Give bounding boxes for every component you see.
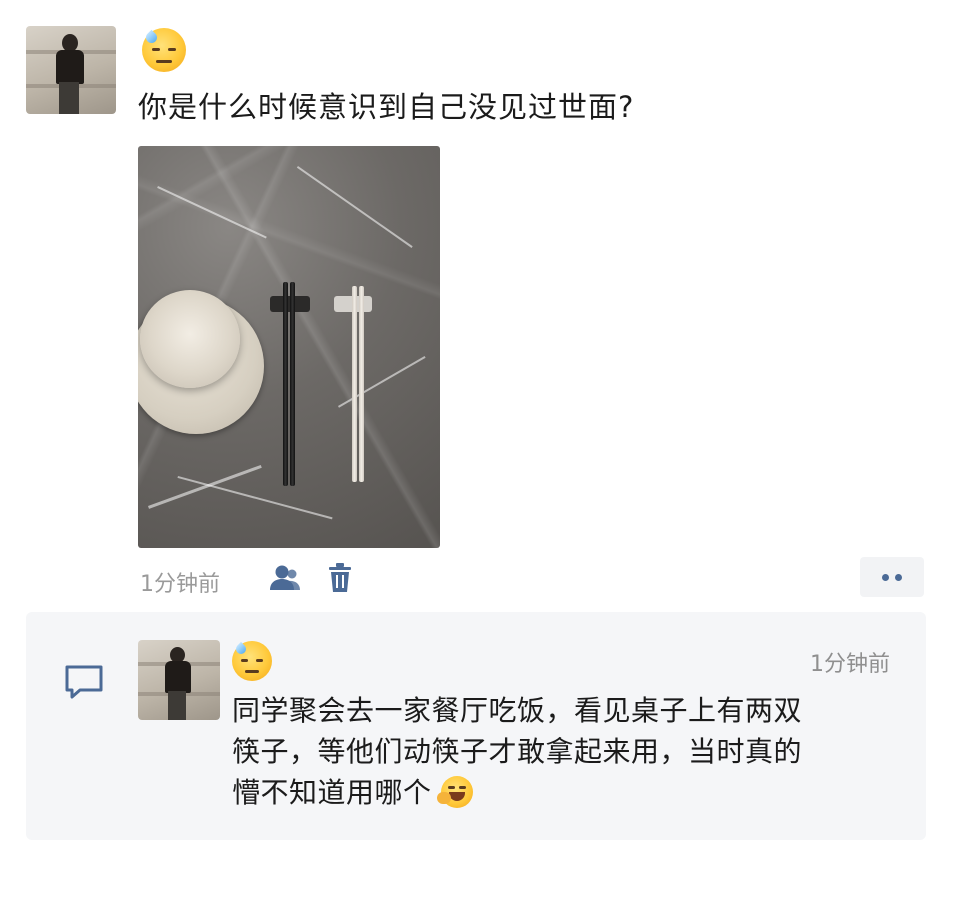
comment-emoji-sweat-icon	[232, 641, 272, 681]
more-button[interactable]	[860, 557, 924, 597]
post-time: 1分钟前	[140, 572, 220, 597]
commenter-avatar[interactable]	[138, 640, 220, 720]
post-author-avatar[interactable]	[26, 26, 116, 114]
comment-line-text: 懵不知道用哪个	[232, 776, 432, 809]
laughing-face-icon	[436, 776, 473, 808]
comment-line: 筷子，等他们动筷子才敢拿起来用，当时真的	[232, 735, 803, 768]
post-title: 你是什么时候意识到自己没见过世面?	[138, 90, 635, 124]
delete-icon[interactable]	[328, 563, 352, 593]
comment-icon[interactable]	[64, 664, 104, 700]
more-dot-icon	[895, 573, 902, 581]
visibility-icon[interactable]	[268, 563, 302, 593]
comment-text: 同学聚会去一家餐厅吃饭，看见桌子上有两双 筷子，等他们动筷子才敢拿起来用，当时真…	[232, 690, 912, 813]
more-dot-icon	[882, 573, 889, 581]
post-emoji-sweat-icon	[142, 28, 186, 72]
comment-time: 1分钟前	[810, 652, 890, 677]
comment-line: 懵不知道用哪个	[232, 772, 912, 813]
comment-line: 同学聚会去一家餐厅吃饭，看见桌子上有两双	[232, 694, 803, 727]
post-photo[interactable]	[138, 146, 440, 548]
